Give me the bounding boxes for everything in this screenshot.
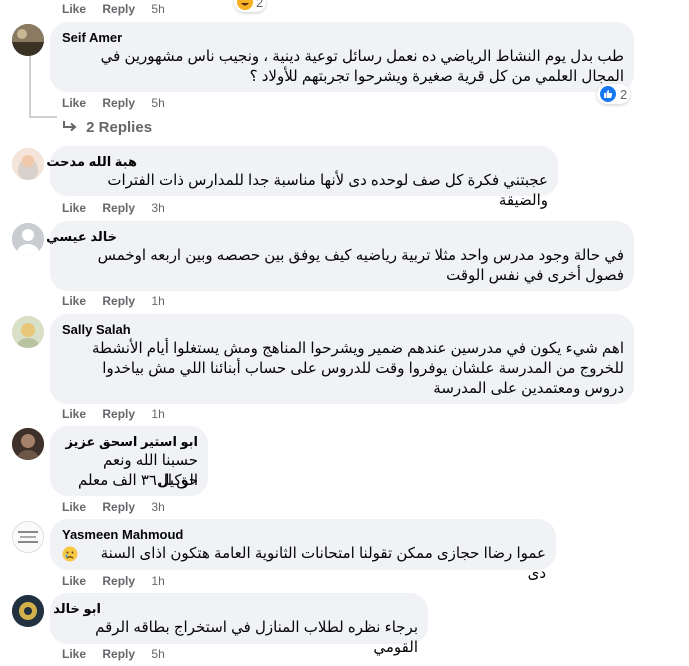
reaction-count: 2 (256, 0, 264, 10)
reply-button[interactable]: Reply (102, 647, 135, 661)
comment-time[interactable]: 1h (151, 574, 164, 588)
comment-2-actions: Like Reply 3h (62, 201, 178, 215)
comment-time[interactable]: 1h (151, 294, 164, 308)
like-button[interactable]: Like (62, 647, 86, 661)
reply-button[interactable]: Reply (102, 407, 135, 421)
comment-text-line: حق ال٣٦ الف معلم (78, 472, 198, 489)
comment-time[interactable]: 5h (151, 2, 164, 16)
comment-author[interactable]: Sally Salah (62, 322, 131, 337)
comment-time[interactable]: 3h (151, 500, 164, 514)
reaction-summary[interactable]: 2 (597, 84, 631, 104)
reaction-summary[interactable]: 2 (234, 0, 267, 12)
comment-0-actions: Like Reply 5h (62, 2, 178, 16)
sad-emoji-icon (62, 546, 78, 567)
like-button[interactable]: Like (62, 96, 86, 110)
like-button[interactable]: Like (62, 294, 86, 308)
like-icon (600, 86, 616, 102)
like-button[interactable]: Like (62, 2, 86, 16)
avatar[interactable] (12, 595, 44, 627)
avatar[interactable] (12, 148, 44, 180)
comment-author[interactable]: خالد عيسي (46, 229, 117, 245)
view-replies-button[interactable]: 2 Replies (62, 119, 152, 136)
comment-author[interactable]: ابو استير اسحق عزيز (65, 434, 198, 450)
comment-4-actions: Like Reply 1h (62, 407, 178, 421)
comment-time[interactable]: 5h (151, 96, 164, 110)
comment-text: في حالة وجود مدرس واحد مثلا تربية رياضيه… (97, 247, 624, 284)
reply-button[interactable]: Reply (102, 574, 135, 588)
comment-time[interactable]: 5h (151, 647, 164, 661)
reply-button[interactable]: Reply (102, 2, 135, 16)
thread-line (29, 56, 31, 118)
avatar[interactable] (12, 428, 44, 460)
replies-count: 2 Replies (86, 119, 153, 136)
comment-6-actions: Like Reply 1h (62, 574, 178, 588)
avatar[interactable] (12, 223, 44, 255)
reply-button[interactable]: Reply (102, 201, 135, 215)
reply-button[interactable]: Reply (102, 500, 135, 514)
thread-line-branch (29, 116, 57, 118)
reply-button[interactable]: Reply (102, 96, 135, 110)
comment-author[interactable]: Seif Amer (62, 30, 122, 45)
like-button[interactable]: Like (62, 407, 86, 421)
comment-author[interactable]: Yasmeen Mahmoud (62, 527, 183, 542)
reaction-count: 2 (620, 86, 628, 102)
haha-icon (237, 0, 253, 10)
comment-time[interactable]: 3h (151, 201, 164, 215)
comment-time[interactable]: 1h (151, 407, 164, 421)
avatar[interactable] (12, 521, 44, 553)
comment-3-actions: Like Reply 1h (62, 294, 178, 308)
comment-text: اهم شيء يكون في مدرسين عندهم ضمير ويشرحو… (91, 340, 624, 397)
comment-5-actions: Like Reply 3h (62, 500, 178, 514)
comment-author[interactable]: ابو خالد (53, 601, 101, 617)
comment-author[interactable]: هبة الله مدحت (46, 154, 137, 170)
comment-7-actions: Like Reply 5h (62, 647, 178, 661)
avatar[interactable] (12, 24, 44, 56)
comment-text: طب بدل يوم النشاط الرياضي ده نعمل رسائل … (100, 48, 624, 85)
like-button[interactable]: Like (62, 500, 86, 514)
like-button[interactable]: Like (62, 201, 86, 215)
avatar[interactable] (12, 316, 44, 348)
reply-button[interactable]: Reply (102, 294, 135, 308)
like-button[interactable]: Like (62, 574, 86, 588)
comment-1-actions: Like Reply 5h (62, 96, 178, 110)
reply-arrow-icon (63, 121, 77, 132)
